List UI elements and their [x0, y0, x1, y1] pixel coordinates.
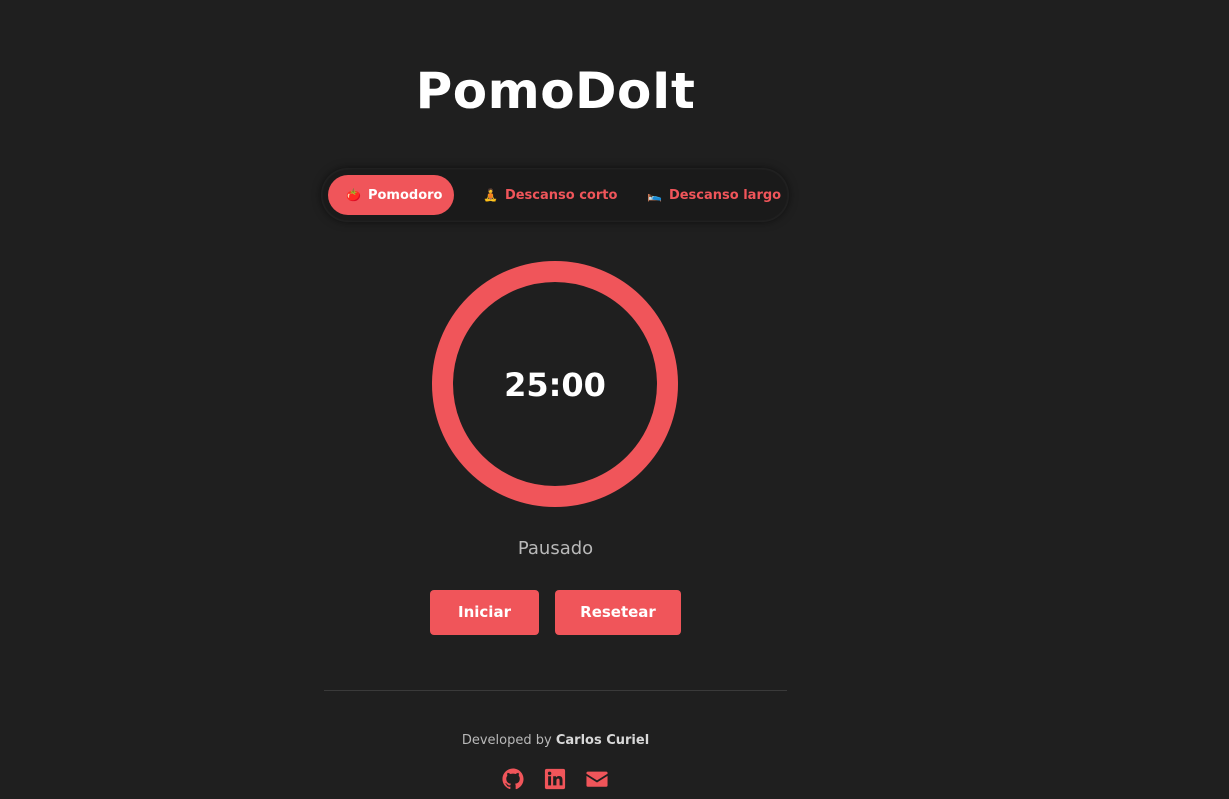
- github-icon[interactable]: [502, 768, 524, 790]
- footer-credits: Developed by Carlos Curiel: [0, 733, 1111, 748]
- tab-long-break[interactable]: 🛌 Descanso largo: [641, 175, 781, 215]
- app-page: PomoDoIt 🍅 Pomodoro 🧘 Descanso corto 🛌 Desc…: [0, 0, 1229, 799]
- timer-display: 25:00: [504, 366, 606, 404]
- reset-button[interactable]: Resetear: [555, 590, 681, 635]
- mode-selector: 🍅 Pomodoro 🧘 Descanso corto 🛌 Descanso larg…: [323, 170, 787, 220]
- tab-pomodoro-label: Pomodoro: [367, 188, 443, 203]
- tab-long-break-label: Descanso largo: [668, 188, 782, 203]
- app-title: PomoDoIt: [415, 62, 696, 120]
- linkedin-icon[interactable]: [544, 768, 566, 790]
- credits-author: Carlos Curiel: [555, 733, 650, 748]
- meditation-icon: 🧘: [483, 188, 498, 202]
- tab-pomodoro[interactable]: 🍅 Pomodoro: [328, 175, 454, 215]
- start-button[interactable]: Iniciar: [430, 590, 539, 635]
- tomato-icon: 🍅: [346, 188, 361, 202]
- credits-prefix: Developed by: [461, 733, 552, 748]
- tab-short-break[interactable]: 🧘 Descanso corto: [477, 175, 617, 215]
- email-icon[interactable]: [585, 768, 609, 790]
- footer-divider: [324, 690, 787, 691]
- bed-icon: 🛌: [647, 188, 662, 202]
- tab-short-break-label: Descanso corto: [504, 188, 618, 203]
- timer-status: Pausado: [517, 538, 594, 559]
